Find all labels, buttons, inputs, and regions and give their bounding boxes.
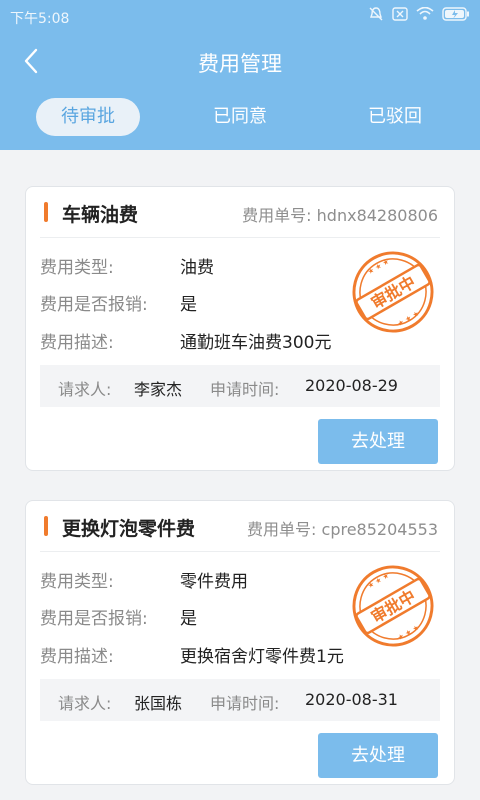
status-tabs: 待审批 已同意 已驳回: [0, 96, 480, 140]
app-header: 下午5:08 费用管理 待审批 已同意 已驳回: [0, 0, 480, 150]
description-label: 费用描述:: [40, 647, 114, 667]
apply-time-value: 2020-08-29: [305, 376, 398, 395]
card-title: 车辆油费: [62, 204, 139, 226]
status-icons: [368, 6, 470, 22]
expense-number-label: 费用单号:: [247, 520, 317, 539]
tab-pending[interactable]: 待审批: [36, 98, 140, 136]
status-time: 下午5:08: [10, 11, 70, 27]
reimburse-value: 是: [180, 295, 197, 315]
expense-type-value: 油费: [180, 258, 214, 278]
requester-value: 李家杰: [134, 380, 183, 399]
svg-text:★ ★ ★: ★ ★ ★: [396, 624, 420, 643]
reimburse-label: 费用是否报销:: [40, 609, 148, 629]
tab-approved[interactable]: 已同意: [188, 98, 292, 136]
apply-time-label: 申请时间:: [210, 694, 280, 713]
tab-rejected[interactable]: 已驳回: [343, 98, 447, 136]
card-header: 车辆油费 费用单号: hdnx84280806: [26, 187, 454, 237]
reimburse-label: 费用是否报销:: [40, 295, 148, 315]
request-info: 请求人: 张国栋 申请时间: 2020-08-31: [40, 679, 440, 721]
accent-bar: [44, 516, 48, 536]
page-title: 费用管理: [198, 52, 282, 76]
expense-card: 车辆油费 费用单号: hdnx84280806 费用类型: 油费 费用是否报销:…: [25, 186, 455, 471]
apply-time-value: 2020-08-31: [305, 690, 398, 709]
process-button[interactable]: 去处理: [318, 419, 438, 464]
expense-type-label: 费用类型:: [40, 572, 114, 592]
request-info: 请求人: 李家杰 申请时间: 2020-08-29: [40, 365, 440, 407]
divider: [40, 237, 440, 238]
in-review-stamp: ★ ★ ★ ★ ★ ★ 审批中: [352, 565, 434, 647]
description-label: 费用描述:: [40, 333, 114, 353]
requester-label: 请求人:: [58, 694, 112, 713]
requester-label: 请求人:: [58, 380, 112, 399]
expense-number-value: hdnx84280806: [316, 206, 438, 225]
expense-type-value: 零件费用: [180, 572, 248, 592]
description-value: 通勤班车油费300元: [180, 333, 332, 353]
expense-number-value: cpre85204553: [321, 520, 438, 539]
expense-number: 费用单号: hdnx84280806: [242, 202, 438, 226]
card-title: 更换灯泡零件费: [62, 518, 196, 540]
divider: [40, 551, 440, 552]
battery-icon: [442, 7, 470, 21]
status-bar: 下午5:08: [0, 0, 480, 32]
in-review-stamp: ★ ★ ★ ★ ★ ★ 审批中: [352, 251, 434, 333]
expense-card: 更换灯泡零件费 费用单号: cpre85204553 费用类型: 零件费用 费用…: [25, 500, 455, 785]
process-button[interactable]: 去处理: [318, 733, 438, 778]
mute-icon: [368, 6, 384, 22]
accent-bar: [44, 202, 48, 222]
card-header: 更换灯泡零件费 费用单号: cpre85204553: [26, 501, 454, 551]
expense-type-label: 费用类型:: [40, 258, 114, 278]
wifi-icon: [416, 7, 434, 21]
description-value: 更换宿舍灯零件费1元: [180, 647, 344, 667]
expense-number-label: 费用单号:: [242, 206, 312, 225]
apply-time-label: 申请时间:: [210, 380, 280, 399]
sim-off-icon: [392, 7, 408, 21]
reimburse-value: 是: [180, 609, 197, 629]
expense-number: 费用单号: cpre85204553: [247, 516, 438, 540]
requester-value: 张国栋: [134, 694, 183, 713]
svg-text:★ ★ ★: ★ ★ ★: [396, 310, 420, 329]
